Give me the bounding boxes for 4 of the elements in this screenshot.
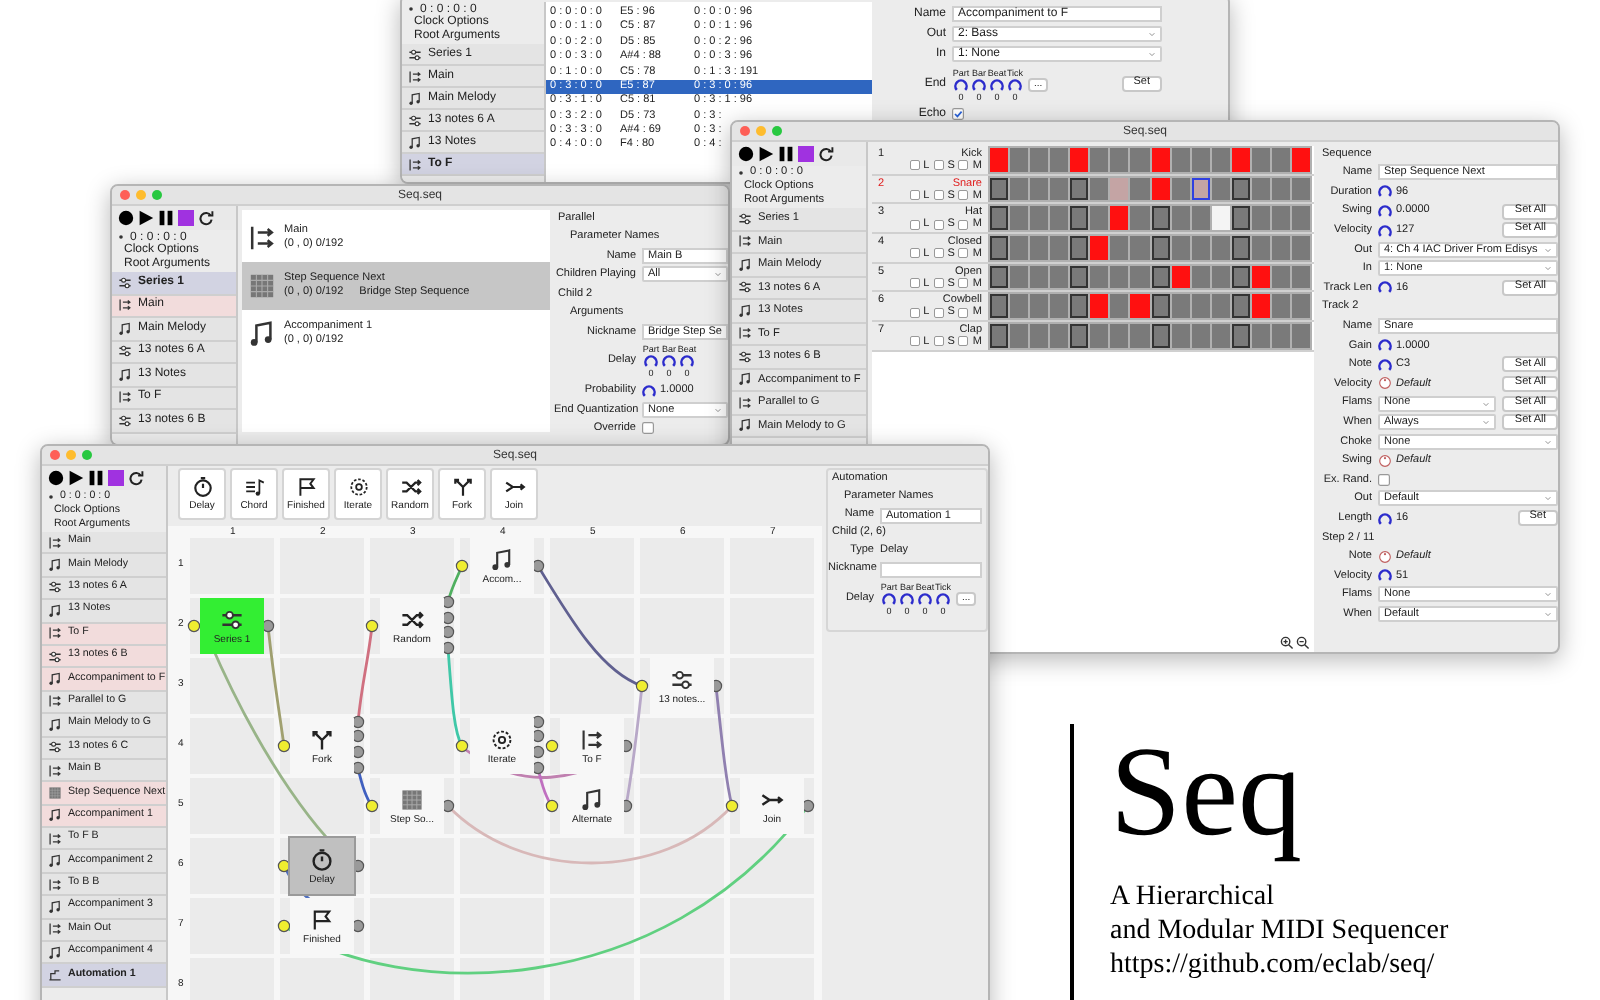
- subtitle-line: and Modular MIDI Sequencer: [1110, 914, 1449, 948]
- url-link[interactable]: https://github.com/eclab/seq/: [1110, 948, 1449, 982]
- subtitle-line: A Hierarchical: [1110, 880, 1277, 914]
- app-title: Seq: [1110, 724, 1304, 860]
